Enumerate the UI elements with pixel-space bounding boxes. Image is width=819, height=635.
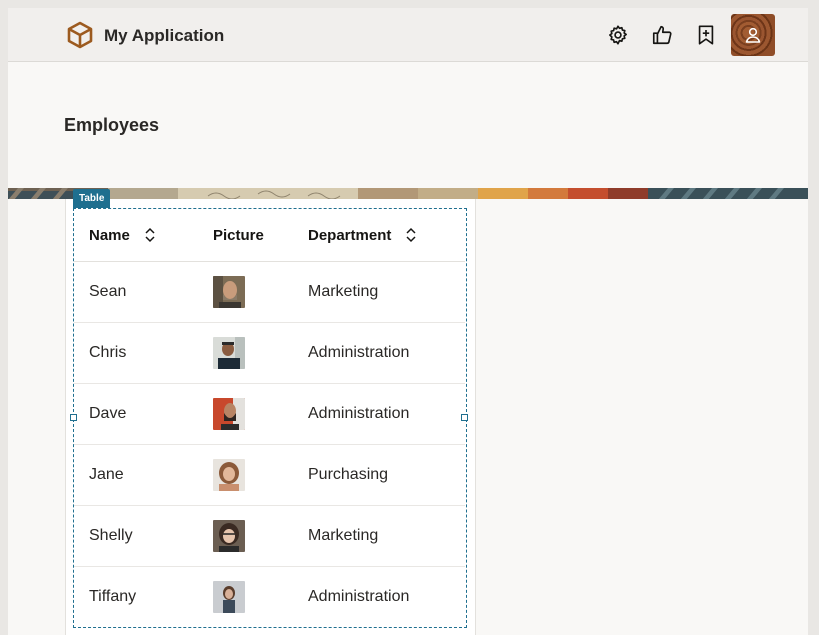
table-row[interactable]: Chris Administration bbox=[74, 322, 465, 384]
cell-name: Tiffany bbox=[89, 588, 137, 605]
cell-name: Shelly bbox=[74, 505, 213, 567]
table-row[interactable]: Dave Administration bbox=[74, 383, 465, 445]
table-row[interactable]: Tiffany Administration bbox=[74, 567, 465, 628]
user-icon bbox=[745, 27, 761, 43]
employee-photo bbox=[213, 276, 245, 308]
like-button[interactable] bbox=[647, 20, 677, 50]
sort-icon[interactable] bbox=[405, 227, 417, 243]
cell-department: Marketing bbox=[308, 505, 465, 567]
add-bookmark-button[interactable] bbox=[691, 20, 721, 50]
component-tag[interactable]: Table bbox=[73, 189, 111, 208]
cell-department: Purchasing bbox=[308, 444, 465, 506]
table-row[interactable]: Sean Marketing bbox=[74, 261, 465, 323]
cell-name: Dave bbox=[74, 383, 213, 445]
app-header: My Application bbox=[8, 8, 808, 62]
table-row[interactable]: Shelly Marketing bbox=[74, 505, 465, 567]
cell-department: Administration bbox=[308, 383, 465, 445]
decorative-banner bbox=[8, 187, 808, 199]
column-header-name[interactable]: Name bbox=[74, 209, 213, 262]
employee-photo bbox=[213, 459, 245, 491]
page-title: Employees bbox=[64, 115, 160, 135]
column-header-label: Picture bbox=[213, 226, 264, 244]
cell-name: Jane bbox=[74, 444, 213, 506]
cube-icon[interactable] bbox=[66, 21, 94, 49]
employee-photo bbox=[213, 520, 245, 552]
employees-table: Name Picture Department Sean Marketing C… bbox=[74, 209, 465, 627]
cell-picture bbox=[213, 322, 308, 384]
employee-photo bbox=[213, 337, 245, 369]
column-header-picture: Picture bbox=[213, 209, 308, 262]
gear-icon bbox=[609, 25, 627, 45]
settings-button[interactable] bbox=[603, 20, 633, 50]
cell-picture bbox=[213, 444, 308, 506]
bookmark-add-icon bbox=[698, 25, 714, 45]
column-header-department[interactable]: Department bbox=[308, 209, 465, 262]
cell-name: Sean bbox=[74, 261, 213, 323]
cell-department: Marketing bbox=[308, 261, 465, 323]
app-title: My Application bbox=[104, 26, 225, 45]
cell-picture bbox=[213, 505, 308, 567]
resize-handle-right[interactable] bbox=[461, 414, 468, 421]
cell-picture bbox=[213, 567, 308, 628]
cell-department: Administration bbox=[308, 322, 465, 384]
cell-name: Chris bbox=[74, 322, 213, 384]
app-frame: My Application Employees Name Picture De… bbox=[8, 8, 808, 635]
user-avatar-button[interactable] bbox=[731, 14, 775, 56]
thumbs-up-icon bbox=[652, 25, 672, 45]
employee-photo bbox=[213, 398, 245, 430]
table-row[interactable]: Jane Purchasing bbox=[74, 444, 465, 506]
cell-department: Administration bbox=[308, 588, 410, 605]
column-header-label: Name bbox=[89, 226, 130, 244]
cell-picture bbox=[213, 383, 308, 445]
resize-handle-left[interactable] bbox=[70, 414, 77, 421]
sort-icon[interactable] bbox=[144, 227, 156, 243]
table-header-row: Name Picture Department bbox=[74, 209, 465, 262]
cell-picture bbox=[213, 261, 308, 323]
employee-photo bbox=[213, 581, 245, 613]
column-header-label: Department bbox=[308, 226, 392, 244]
